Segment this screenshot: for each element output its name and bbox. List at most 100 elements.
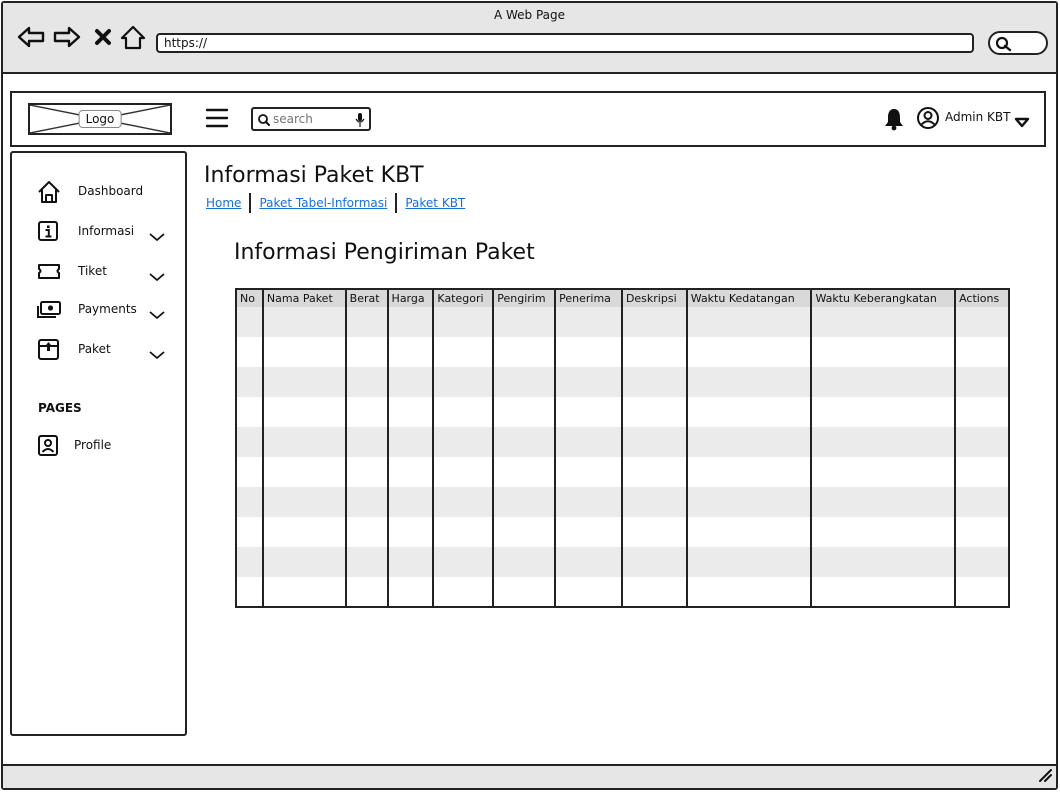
home-browser-icon[interactable]	[120, 25, 146, 55]
column-header[interactable]: Actions	[954, 289, 1009, 307]
table-cell	[344, 307, 388, 337]
table-cell	[344, 397, 388, 427]
chevron-down-icon[interactable]	[148, 227, 166, 246]
table-row[interactable]	[235, 367, 1009, 397]
table-cell	[344, 547, 388, 577]
search-icon	[995, 36, 1012, 52]
table-row[interactable]	[235, 427, 1009, 457]
column-header[interactable]: Berat	[344, 289, 388, 307]
table-cell	[954, 517, 1009, 547]
table-row[interactable]	[235, 517, 1009, 547]
pages-heading: PAGES	[38, 401, 82, 415]
breadcrumb-home[interactable]: Home	[206, 196, 241, 210]
table-body	[235, 307, 1009, 607]
table-cell	[432, 487, 494, 517]
table-cell	[432, 307, 494, 337]
breadcrumb-paket-kbt[interactable]: Paket KBT	[405, 196, 465, 210]
table-cell	[554, 547, 622, 577]
table-cell	[492, 427, 556, 457]
resize-icon[interactable]	[1036, 766, 1052, 786]
table-cell	[235, 457, 263, 487]
table-cell	[810, 517, 956, 547]
chevron-down-icon[interactable]	[148, 305, 166, 324]
microphone-icon[interactable]	[355, 112, 365, 132]
bell-icon[interactable]	[883, 107, 905, 135]
breadcrumb-paket-tabel-informasi[interactable]: Paket Tabel-Informasi	[259, 196, 387, 210]
sidebar-item-paket[interactable]: Paket	[12, 335, 185, 365]
table-cell	[620, 307, 687, 337]
forward-icon[interactable]	[53, 25, 81, 53]
table-row[interactable]	[235, 547, 1009, 577]
column-header[interactable]: Penerima	[554, 289, 622, 307]
top-navbar: Logo Admin KBT	[10, 91, 1046, 147]
table-cell	[386, 457, 434, 487]
chevron-down-icon[interactable]	[148, 345, 166, 364]
column-header[interactable]: Nama Paket	[261, 289, 346, 307]
table-row[interactable]	[235, 577, 1009, 607]
browser-statusbar	[3, 764, 1056, 788]
search-field[interactable]	[251, 107, 371, 131]
table-cell	[235, 577, 263, 607]
table-cell	[261, 307, 346, 337]
info-icon	[36, 219, 62, 249]
table-cell	[261, 457, 346, 487]
table-row[interactable]	[235, 397, 1009, 427]
column-header[interactable]: Kategori	[432, 289, 494, 307]
table-cell	[685, 547, 812, 577]
table-cell	[554, 487, 622, 517]
table-cell	[492, 547, 556, 577]
sidebar-item-profile[interactable]: Profile	[12, 431, 185, 461]
back-icon[interactable]	[17, 25, 45, 53]
user-name[interactable]: Admin KBT	[945, 110, 1011, 124]
table-cell	[954, 427, 1009, 457]
table-cell	[261, 367, 346, 397]
table-cell	[620, 367, 687, 397]
logo[interactable]: Logo	[28, 103, 172, 135]
table-cell	[554, 517, 622, 547]
table-cell	[492, 457, 556, 487]
table-row[interactable]	[235, 457, 1009, 487]
table-cell	[954, 307, 1009, 337]
package-icon	[36, 337, 62, 367]
table-cell	[386, 487, 434, 517]
caret-down-icon[interactable]	[1014, 113, 1030, 132]
menu-icon[interactable]	[205, 107, 229, 133]
table-cell	[810, 307, 956, 337]
chevron-down-icon[interactable]	[148, 267, 166, 286]
sidebar-item-dashboard[interactable]: Dashboard	[12, 177, 185, 207]
search-input[interactable]	[273, 110, 349, 128]
table-cell	[344, 577, 388, 607]
table-cell	[386, 517, 434, 547]
sidebar-item-informasi[interactable]: Informasi	[12, 217, 185, 247]
table-row[interactable]	[235, 307, 1009, 337]
table-cell	[685, 457, 812, 487]
column-header[interactable]: Waktu Kedatangan	[685, 289, 812, 307]
table-cell	[344, 487, 388, 517]
url-bar[interactable]: https://	[156, 33, 974, 53]
sidebar-item-payments[interactable]: Payments	[12, 295, 185, 325]
column-header[interactable]: Pengirim	[492, 289, 556, 307]
table-cell	[492, 397, 556, 427]
table-cell	[492, 337, 556, 367]
table-cell	[386, 397, 434, 427]
table-row[interactable]	[235, 487, 1009, 517]
table-cell	[620, 397, 687, 427]
column-header[interactable]: Harga	[386, 289, 434, 307]
column-header[interactable]: Waktu Keberangkatan	[810, 289, 956, 307]
column-header[interactable]: Deskripsi	[620, 289, 687, 307]
table-cell	[235, 487, 263, 517]
table-cell	[810, 367, 956, 397]
table-cell	[386, 427, 434, 457]
table-header-row: No Nama Paket Berat Harga Kategori Pengi…	[235, 289, 1009, 307]
table-cell	[620, 487, 687, 517]
table-cell	[620, 457, 687, 487]
table-row[interactable]	[235, 337, 1009, 367]
user-avatar-icon[interactable]	[916, 106, 940, 134]
browser-search-button[interactable]	[988, 31, 1048, 55]
close-icon[interactable]	[94, 28, 112, 50]
column-header[interactable]: No	[235, 289, 263, 307]
table-cell	[810, 397, 956, 427]
table-cell	[620, 547, 687, 577]
table-cell	[432, 367, 494, 397]
sidebar-item-tiket[interactable]: Tiket	[12, 257, 185, 287]
